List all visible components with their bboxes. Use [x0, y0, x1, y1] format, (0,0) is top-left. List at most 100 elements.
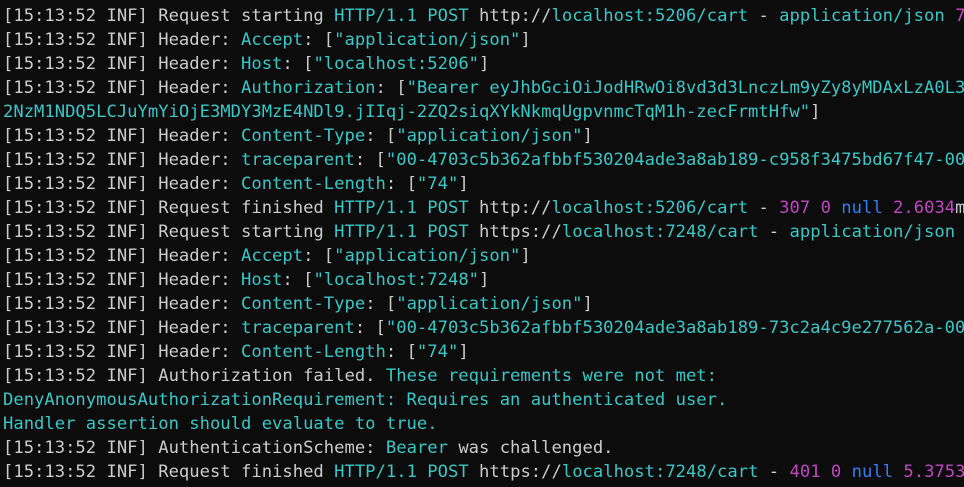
log-segment: "Bearer eyJhbGciOiJodHRwOi8vd3d3LnczLm9y…	[406, 78, 964, 98]
log-segment: [15:13:52 INF] Header:	[3, 54, 241, 74]
log-segment: ]	[458, 174, 469, 194]
log-segment: https://	[468, 222, 562, 242]
log-segment: 307	[779, 198, 811, 218]
log-segment: [15:13:52 INF] Authorization failed.	[3, 366, 386, 386]
log-segment	[810, 198, 820, 218]
log-segment	[821, 462, 831, 482]
log-line: DenyAnonymousAuthorizationRequirement: R…	[3, 388, 964, 412]
log-segment: [15:13:52 INF] Header:	[3, 30, 241, 50]
log-segment: 0	[830, 462, 842, 482]
log-segment: 0	[820, 198, 831, 218]
log-segment: Content-Length	[241, 174, 386, 194]
log-segment: http://	[468, 6, 552, 26]
log-segment	[417, 198, 427, 218]
log-segment: "application/json"	[334, 246, 521, 266]
log-segment: HTTP/1.1	[334, 198, 417, 218]
log-segment: localhost:7248/cart	[561, 222, 759, 242]
log-line: [15:13:52 INF] Header: Content-Type: ["a…	[3, 124, 964, 148]
log-segment: : [	[282, 54, 314, 74]
log-line: [15:13:52 INF] Request finished HTTP/1.1…	[3, 196, 964, 220]
log-segment: -	[748, 6, 780, 26]
log-segment: -	[758, 222, 790, 242]
log-segment: ]	[479, 270, 490, 290]
log-segment: "74"	[416, 342, 459, 362]
log-segment: Accept	[241, 246, 304, 266]
log-segment: : [	[303, 246, 335, 266]
log-segment	[945, 6, 955, 26]
log-segment: Handler assertion should evaluate to tru…	[3, 414, 438, 434]
log-segment: "74"	[416, 174, 459, 194]
log-segment: [15:13:52 INF] Header:	[3, 246, 241, 266]
log-segment: Content-Type	[241, 126, 366, 146]
log-segment: 2NzM1NDQ5LCJuYmYiOjE3MDY3MzE4NDl9.jIIqj-…	[3, 102, 811, 122]
log-segment: ms	[955, 198, 964, 218]
log-segment	[955, 222, 964, 242]
log-segment: : [	[282, 270, 314, 290]
log-segment: "00-4703c5b362afbbf530204ade3a8ab189-73c…	[385, 318, 964, 338]
log-segment: [15:13:52 INF] Header:	[3, 126, 241, 146]
log-line: [15:13:52 INF] Header: Accept: ["applica…	[3, 244, 964, 268]
log-line: [15:13:52 INF] Header: Host: ["localhost…	[3, 268, 964, 292]
terminal-output[interactable]: [15:13:52 INF] Request starting HTTP/1.1…	[0, 0, 964, 487]
log-segment: -	[758, 462, 790, 482]
log-segment: : [	[303, 30, 335, 50]
log-segment: ]	[458, 342, 469, 362]
log-segment: https://	[468, 462, 562, 482]
log-segment: [15:13:52 INF] Header:	[3, 342, 241, 362]
log-segment: Host	[241, 270, 283, 290]
log-segment: Accept	[241, 30, 304, 50]
log-segment: HTTP/1.1	[334, 462, 417, 482]
log-segment	[417, 462, 427, 482]
log-segment: ]	[810, 102, 821, 122]
log-segment: [15:13:52 INF] Request finished	[3, 198, 335, 218]
log-segment: DenyAnonymousAuthorizationRequirement: R…	[3, 390, 728, 410]
log-segment: "application/json"	[334, 30, 521, 50]
log-segment: "localhost:5206"	[313, 54, 480, 74]
log-segment: : [	[354, 150, 386, 170]
log-line: [15:13:52 INF] Request starting HTTP/1.1…	[3, 220, 964, 244]
log-segment: was challenged.	[447, 438, 614, 458]
log-line: [15:13:52 INF] Request finished HTTP/1.1…	[3, 460, 964, 484]
log-segment: "00-4703c5b362afbbf530204ade3a8ab189-c95…	[385, 150, 964, 170]
log-segment: HTTP/1.1	[334, 222, 417, 242]
log-segment: Bearer	[385, 438, 448, 458]
log-segment: [15:13:52 INF] Header:	[3, 294, 241, 314]
log-segment	[417, 6, 427, 26]
log-segment: [15:13:52 INF] Request finished	[3, 462, 335, 482]
log-line: [15:13:52 INF] AuthenticationScheme: Bea…	[3, 436, 964, 460]
log-segment: ]	[520, 30, 531, 50]
log-segment: http://	[468, 198, 552, 218]
log-segment: null	[841, 198, 883, 218]
log-segment: 2.6034	[893, 198, 956, 218]
log-segment: "localhost:7248"	[313, 270, 480, 290]
log-segment: [15:13:52 INF] Header:	[3, 174, 241, 194]
log-line: Handler assertion should evaluate to tru…	[3, 412, 964, 436]
log-segment: application/json	[779, 6, 945, 26]
log-segment: These requirements were not met:	[385, 366, 718, 386]
log-segment: : [	[365, 126, 397, 146]
log-segment: POST	[427, 462, 469, 482]
log-segment: : [	[385, 342, 417, 362]
log-line: 2NzM1NDQ5LCJuYmYiOjE3MDY3MzE4NDl9.jIIqj-…	[3, 100, 964, 124]
log-segment: localhost:5206/cart	[551, 6, 749, 26]
log-line: [15:13:52 INF] Header: traceparent: ["00…	[3, 316, 964, 340]
log-segment	[831, 198, 841, 218]
log-segment: ]	[479, 54, 490, 74]
log-line: [15:13:52 INF] Header: Content-Length: […	[3, 172, 964, 196]
log-segment: 74	[955, 6, 964, 26]
log-segment: ]	[582, 294, 593, 314]
log-line: [15:13:52 INF] Request starting HTTP/1.1…	[3, 4, 964, 28]
log-segment: ]	[520, 246, 531, 266]
log-segment: "application/json"	[396, 294, 583, 314]
log-segment: Authorization	[241, 78, 376, 98]
log-segment: [15:13:52 INF] Header:	[3, 270, 241, 290]
log-segment: [15:13:52 INF] AuthenticationScheme:	[3, 438, 386, 458]
log-segment: localhost:7248/cart	[561, 462, 759, 482]
log-line: [15:13:52 INF] Header: traceparent: ["00…	[3, 148, 964, 172]
log-segment: null	[851, 462, 894, 482]
log-segment: HTTP/1.1	[334, 6, 417, 26]
log-line: [15:13:52 INF] Header: Content-Length: […	[3, 340, 964, 364]
log-segment: application/json	[789, 222, 956, 242]
log-segment: traceparent	[241, 318, 355, 338]
log-segment: "application/json"	[396, 126, 583, 146]
